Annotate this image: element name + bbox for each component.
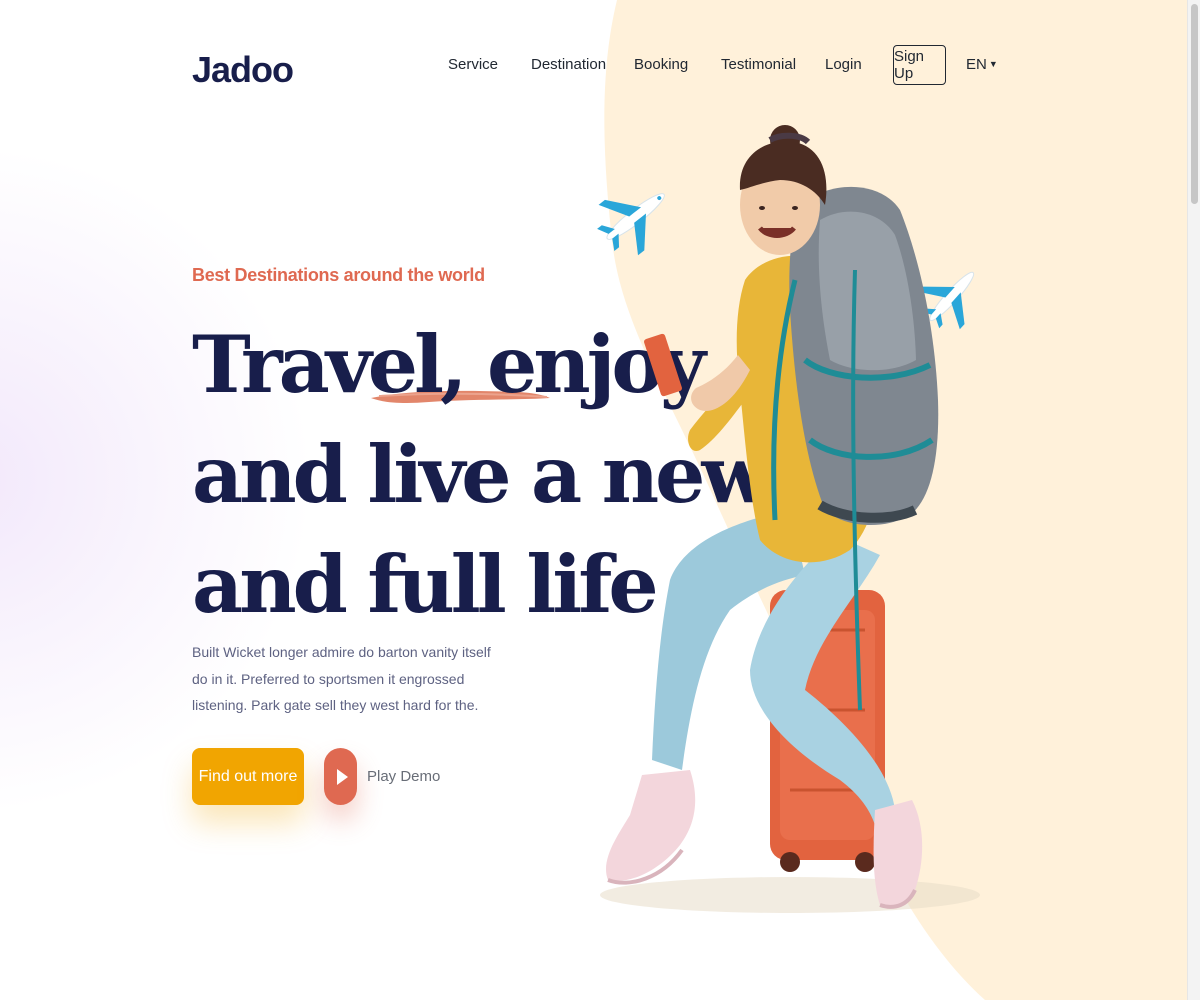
nav-item-login[interactable]: Login: [825, 56, 862, 73]
hero-description: Built Wicket longer admire do barton van…: [192, 644, 491, 713]
nav-item-booking[interactable]: Booking: [634, 56, 688, 73]
landing-page: Jadoo Service Destination Booking Testim…: [0, 0, 1200, 1000]
sign-up-label: Sign Up: [894, 48, 925, 82]
headline-line-2: and live a new: [192, 428, 769, 521]
headline-line-3: and full life: [192, 538, 659, 631]
traveler-illustration: [597, 125, 980, 913]
headline-line-1: Travel, enjoy: [192, 318, 706, 411]
play-demo-label[interactable]: Play Demo: [367, 768, 440, 785]
airplane-icon: [597, 193, 665, 256]
hero-headline: Travel, enjoy and live a new and full li…: [192, 310, 769, 640]
find-out-more-button[interactable]: Find out more: [192, 748, 304, 805]
language-selector[interactable]: EN ▼: [966, 56, 998, 73]
nav-item-testimonial[interactable]: Testimonial: [721, 56, 796, 73]
scrollbar-thumb[interactable]: [1191, 4, 1198, 204]
sign-up-button[interactable]: Sign Up: [893, 45, 946, 85]
play-icon: [336, 768, 348, 785]
jadoo-logo[interactable]: Jadoo: [192, 48, 294, 92]
find-out-more-label: Find out more: [198, 767, 298, 785]
play-demo-button[interactable]: [324, 748, 357, 805]
nav-item-destination[interactable]: Destination: [531, 56, 606, 73]
logo-text: Jadoo: [192, 49, 294, 90]
caret-down-icon: ▼: [988, 59, 998, 69]
language-label: EN: [966, 56, 987, 73]
page-scrollbar[interactable]: [1187, 0, 1200, 1000]
nav-item-service[interactable]: Service: [448, 56, 498, 73]
hero-tagline: Best Destinations around the world: [192, 265, 485, 285]
